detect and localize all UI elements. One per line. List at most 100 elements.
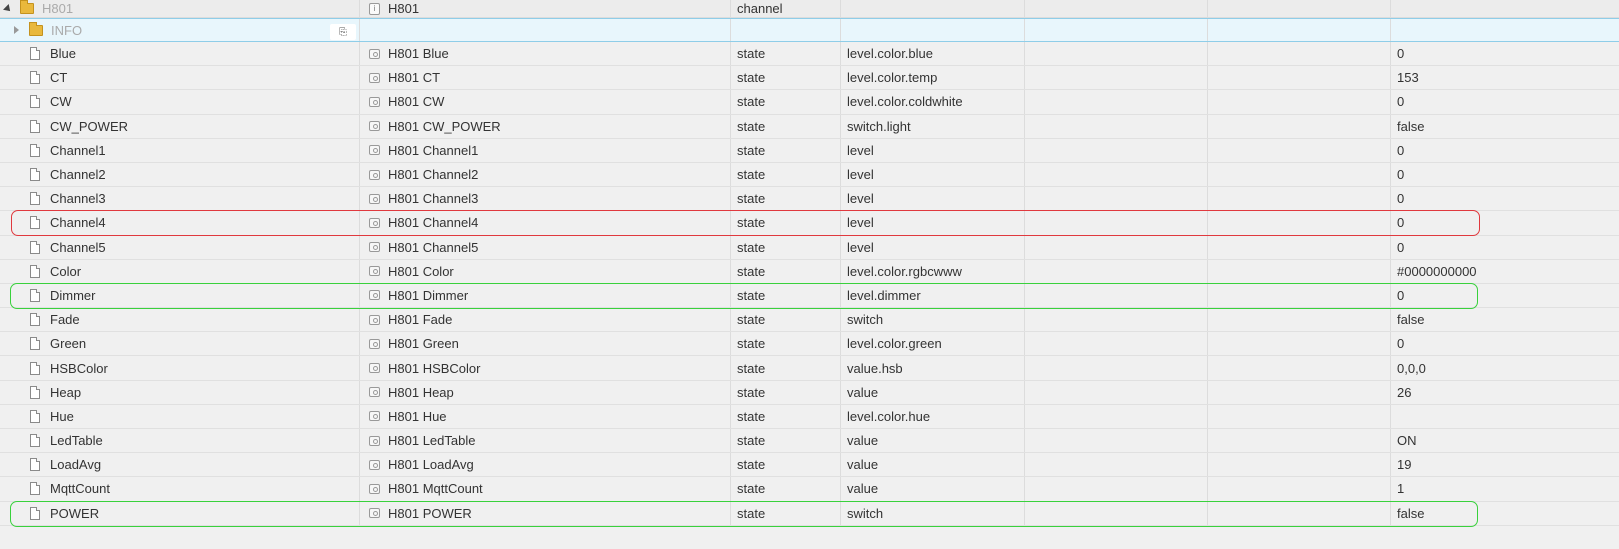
value-cell[interactable]: 0 — [1391, 42, 1619, 65]
type-cell: state — [731, 90, 841, 114]
state-value: 0 — [1397, 336, 1405, 352]
expand-arrow-icon[interactable] — [14, 26, 19, 34]
value-cell[interactable]: 0 — [1391, 139, 1619, 162]
type-cell: state — [731, 429, 841, 453]
name-cell: H801 CW — [360, 90, 731, 114]
table-row[interactable]: Heap H801 Heap state value 26 — [0, 380, 1619, 405]
value-cell[interactable]: 19 — [1391, 453, 1619, 476]
state-id: Channel2 — [50, 167, 106, 183]
object-tree-grid: H801 i H801 channel INFO ⎘ Blue H801 Blue… — [0, 0, 1619, 527]
channel-name: H801 — [388, 1, 420, 16]
value-cell[interactable]: false — [1391, 115, 1619, 138]
state-value: false — [1397, 312, 1425, 328]
name-cell: H801 CT — [360, 66, 731, 90]
table-row[interactable]: Channel4 H801 Channel4 state level 0 — [0, 211, 1619, 236]
name-cell: H801 Dimmer — [360, 283, 731, 308]
table-row[interactable]: Channel3 H801 Channel3 state level 0 — [0, 187, 1619, 212]
copy-icon[interactable]: ⎘ — [330, 24, 356, 40]
table-row[interactable]: Channel5 H801 Channel5 state level 0 — [0, 235, 1619, 260]
room-cell — [1025, 114, 1208, 138]
id-cell: CW — [0, 90, 360, 114]
state-name: H801 Fade — [388, 312, 453, 328]
table-row[interactable]: POWER H801 POWER state switch false — [0, 501, 1619, 526]
function-cell — [1208, 0, 1391, 17]
table-row[interactable]: CW H801 CW state level.color.coldwhite 0 — [0, 90, 1619, 115]
table-row[interactable]: Fade H801 Fade state switch false — [0, 308, 1619, 333]
value-cell[interactable]: false — [1391, 308, 1619, 331]
role-cell: level.color.coldwhite — [841, 90, 1025, 114]
folder-icon — [20, 0, 34, 14]
role-cell: value — [841, 477, 1025, 501]
table-row[interactable]: LedTable H801 LedTable state value ON — [0, 429, 1619, 454]
table-row[interactable]: Color H801 Color state level.color.rgbcwww #… — [0, 259, 1619, 284]
file-icon — [30, 192, 40, 206]
type-cell: state — [731, 404, 841, 428]
file-icon — [30, 482, 40, 496]
value-cell[interactable]: 0 — [1391, 332, 1619, 355]
role-cell: value — [841, 380, 1025, 404]
state-name: H801 CW_POWER — [388, 118, 501, 134]
value-cell[interactable]: false — [1391, 502, 1619, 525]
id-cell: Channel2 — [0, 162, 360, 187]
state-role: level.color.blue — [847, 46, 933, 62]
state-icon — [369, 363, 380, 374]
id-cell: Channel5 — [0, 235, 360, 259]
value-cell[interactable]: 0 — [1391, 187, 1619, 210]
function-cell — [1208, 501, 1391, 525]
table-row[interactable]: CW_POWER H801 CW_POWER state switch.light fa… — [0, 114, 1619, 139]
table-row[interactable]: Blue H801 Blue state level.color.blue 0 — [0, 42, 1619, 67]
value-cell[interactable]: 0 — [1391, 284, 1619, 307]
id-cell: Dimmer — [0, 283, 360, 308]
room-cell — [1025, 42, 1208, 66]
state-icon — [369, 217, 380, 228]
collapse-arrow-icon[interactable] — [3, 3, 13, 14]
state-type: state — [737, 94, 766, 110]
value-cell[interactable]: ON — [1391, 429, 1619, 452]
value-cell[interactable]: 1 — [1391, 477, 1619, 500]
role-cell: level — [841, 187, 1025, 211]
channel-row-h801[interactable]: H801 i H801 channel — [0, 0, 1619, 18]
table-row[interactable]: Hue H801 Hue state level.color.hue — [0, 404, 1619, 429]
value-cell[interactable]: 0 — [1391, 211, 1619, 234]
value-cell[interactable]: 0 — [1391, 90, 1619, 113]
table-row[interactable]: CT H801 CT state level.color.temp 153 — [0, 66, 1619, 91]
value-cell[interactable]: 0 — [1391, 236, 1619, 259]
name-cell: H801 Channel5 — [360, 235, 731, 259]
state-icon — [369, 72, 380, 83]
table-row[interactable]: Green H801 Green state level.color.green 0 — [0, 332, 1619, 357]
room-cell — [1025, 138, 1208, 162]
value-cell[interactable] — [1391, 405, 1619, 428]
state-type: state — [737, 70, 766, 86]
state-type: state — [737, 312, 766, 328]
table-row[interactable]: Channel2 H801 Channel2 state level 0 — [0, 162, 1619, 188]
room-cell — [1025, 477, 1208, 501]
type-cell: state — [731, 308, 841, 332]
state-value: 0 — [1397, 46, 1405, 62]
value-cell[interactable]: #0000000000 — [1391, 260, 1619, 283]
value-cell[interactable]: 26 — [1391, 381, 1619, 404]
table-row[interactable]: HSBColor H801 HSBColor state value.hsb 0,0,0 — [0, 356, 1619, 381]
state-role: switch — [847, 312, 884, 328]
state-role: level.color.temp — [847, 70, 938, 86]
value-cell[interactable]: 0 — [1391, 163, 1619, 186]
function-cell — [1208, 356, 1391, 380]
table-row[interactable]: LoadAvg H801 LoadAvg state value 19 — [0, 453, 1619, 478]
state-name: H801 Blue — [388, 46, 449, 62]
table-row[interactable]: MqttCount H801 MqttCount state value 1 — [0, 477, 1619, 502]
function-cell — [1208, 404, 1391, 428]
state-name: H801 Dimmer — [388, 287, 469, 303]
state-role: level — [847, 215, 874, 231]
table-row[interactable]: Channel1 H801 Channel1 state level 0 — [0, 138, 1619, 163]
state-value: 0 — [1397, 142, 1405, 158]
state-value: 0 — [1397, 191, 1405, 207]
state-id: Channel3 — [50, 191, 106, 207]
table-row[interactable]: Dimmer H801 Dimmer state level.dimmer 0 — [0, 283, 1619, 309]
state-id: Dimmer — [50, 287, 96, 303]
state-icon — [369, 411, 380, 422]
value-cell[interactable]: 0,0,0 — [1391, 356, 1619, 379]
name-cell: H801 POWER — [360, 501, 731, 525]
value-cell[interactable]: 153 — [1391, 66, 1619, 89]
folder-row-info[interactable]: INFO ⎘ — [0, 18, 1619, 42]
state-id: Channel4 — [50, 215, 106, 231]
role-cell: level — [841, 138, 1025, 162]
